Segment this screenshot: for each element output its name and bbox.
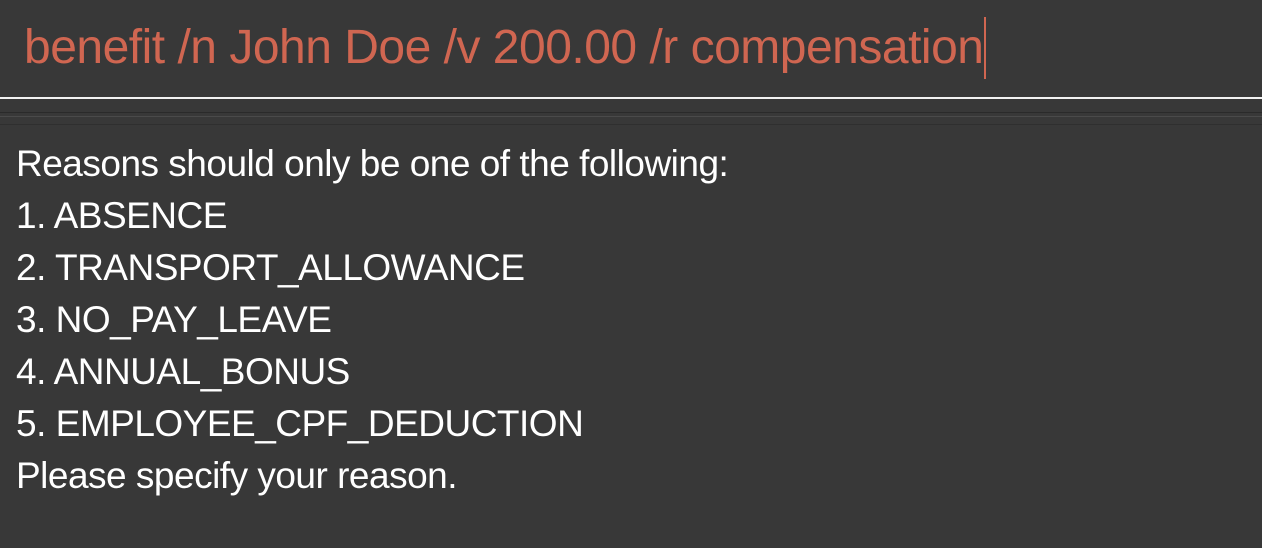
splitter-line-light (0, 116, 1262, 117)
app-window: benefit /n John Doe /v 200.00 /r compens… (0, 0, 1262, 548)
splitter-line-bottom (0, 124, 1262, 125)
result-line-reason-4: 4. ANNUAL_BONUS (16, 351, 350, 392)
result-line-reason-5: 5. EMPLOYEE_CPF_DEDUCTION (16, 403, 584, 444)
command-input-text[interactable]: benefit /n John Doe /v 200.00 /r compens… (24, 21, 984, 74)
result-line-reason-1: 1. ABSENCE (16, 195, 227, 236)
command-box[interactable]: benefit /n John Doe /v 200.00 /r compens… (0, 0, 1262, 97)
text-caret (984, 17, 987, 80)
result-line-header: Reasons should only be one of the follow… (16, 143, 729, 184)
command-divider (0, 97, 1262, 99)
result-line-reason-3: 3. NO_PAY_LEAVE (16, 299, 332, 340)
splitter-line-dark (0, 112, 1262, 113)
result-line-footer: Please specify your reason. (16, 455, 458, 496)
result-line-reason-2: 2. TRANSPORT_ALLOWANCE (16, 247, 525, 288)
result-display: Reasons should only be one of the follow… (16, 138, 1246, 502)
command-input[interactable]: benefit /n John Doe /v 200.00 /r compens… (24, 17, 987, 80)
